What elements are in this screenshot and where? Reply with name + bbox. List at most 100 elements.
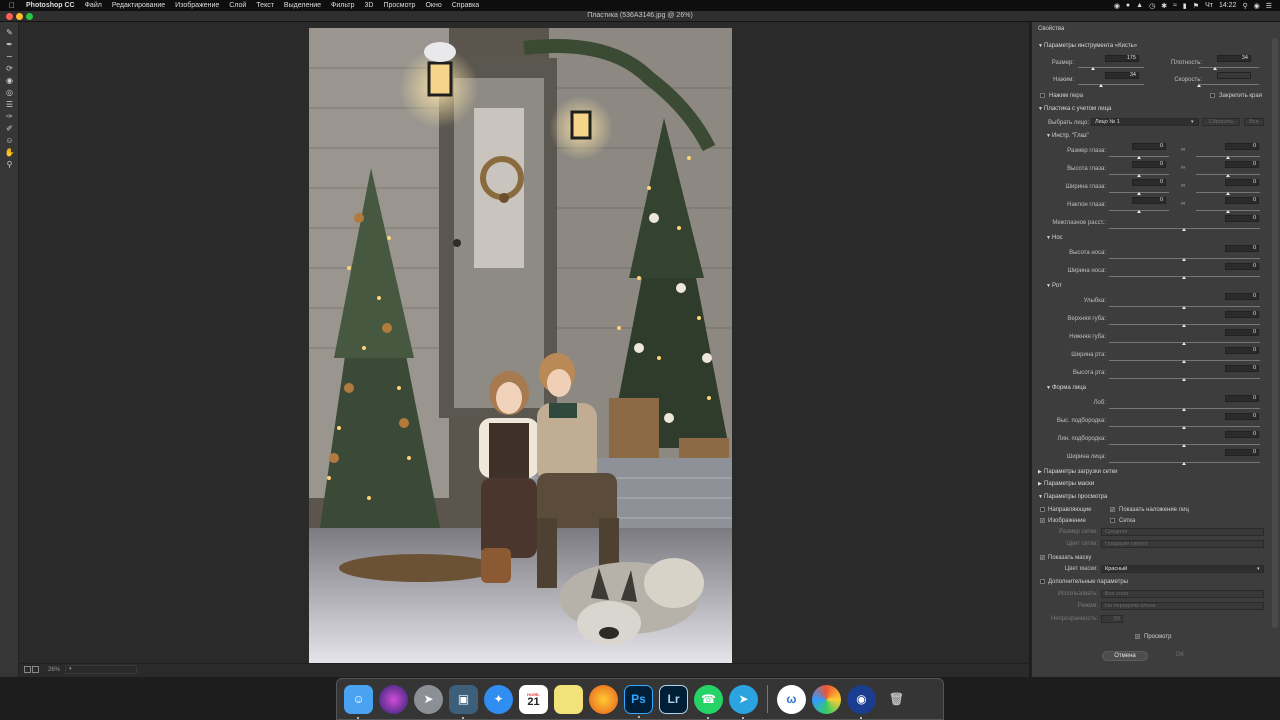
menu-help[interactable]: Справка — [447, 2, 484, 9]
panel-scrollbar[interactable] — [1272, 38, 1278, 628]
chin-height-input[interactable]: 0 — [1225, 413, 1259, 420]
pen-pressure-checkbox[interactable] — [1040, 93, 1045, 98]
eye-width-right-input[interactable]: 0 — [1225, 179, 1259, 186]
menu-window[interactable]: Окно — [420, 2, 446, 9]
hand-tool-icon[interactable]: ✋ — [0, 146, 19, 158]
apple-icon[interactable]:  — [0, 1, 21, 10]
notes-icon[interactable] — [554, 684, 583, 714]
eye-size-left-input[interactable]: 0 — [1132, 143, 1166, 150]
eye-distance-input[interactable]: 0 — [1225, 215, 1259, 222]
brush-rate-knob[interactable] — [1197, 84, 1201, 87]
zoom-tool-icon[interactable]: ⚲ — [0, 158, 19, 170]
cancel-button[interactable]: Отмена — [1102, 651, 1148, 661]
color-app-icon[interactable] — [812, 684, 841, 714]
vpn-icon[interactable]: ▲ — [1136, 2, 1143, 9]
freeze-mask-tool-icon[interactable]: ✑ — [0, 110, 19, 122]
bloat-tool-icon[interactable]: ◎ — [0, 86, 19, 98]
firefox-icon[interactable] — [589, 684, 618, 714]
eye-tilt-right-input[interactable]: 0 — [1225, 197, 1259, 204]
zoom-level[interactable]: 26% — [48, 667, 60, 673]
mouth-width-knob[interactable] — [1182, 360, 1186, 363]
eye-height-right-input[interactable]: 0 — [1225, 161, 1259, 168]
flag-icon[interactable]: ⚑ — [1193, 2, 1199, 10]
smile-input[interactable]: 0 — [1225, 293, 1259, 300]
menu-image[interactable]: Изображение — [170, 2, 224, 9]
nose-width-knob[interactable] — [1182, 276, 1186, 279]
eye-height-left-knob[interactable] — [1137, 174, 1141, 177]
lower-lip-knob[interactable] — [1182, 342, 1186, 345]
mesh-load-options-header[interactable]: ▶ Параметры загрузки сетки — [1038, 469, 1117, 475]
eye-width-right-knob[interactable] — [1226, 192, 1230, 195]
upper-lip-knob[interactable] — [1182, 324, 1186, 327]
eye-distance-knob[interactable] — [1182, 228, 1186, 231]
menu-layer[interactable]: Слой — [224, 2, 251, 9]
face-width-input[interactable]: 0 — [1225, 449, 1259, 456]
trash-icon[interactable]: 🗑 — [882, 685, 911, 714]
menu-view[interactable]: Просмотр — [378, 2, 420, 9]
battery-icon[interactable]: ▮ — [1183, 2, 1187, 10]
link-icon[interactable]: ∞ — [1181, 147, 1185, 154]
link-icon[interactable]: ∞ — [1181, 201, 1185, 208]
chin-height-knob[interactable] — [1182, 426, 1186, 429]
clock-time[interactable]: 14:22 — [1219, 2, 1237, 9]
face-tool-icon[interactable]: ☺ — [0, 134, 19, 146]
web-app-icon[interactable]: ω — [777, 684, 806, 714]
eye-height-left-input[interactable]: 0 — [1132, 161, 1166, 168]
eye-height-right-knob[interactable] — [1226, 174, 1230, 177]
brush-size-input[interactable]: 175 — [1105, 55, 1139, 62]
screen-recorder-icon[interactable]: ◉ — [847, 684, 876, 719]
face-shape-header[interactable]: ▼Форма лица — [1046, 385, 1086, 391]
mesh-color-dropdown[interactable]: Градации серого — [1101, 540, 1264, 548]
wifi-icon[interactable]: ≈ — [1173, 2, 1177, 9]
mesh-size-dropdown[interactable]: Средняя — [1101, 528, 1264, 536]
extra-options-checkbox[interactable] — [1040, 579, 1045, 584]
record-icon[interactable]: ◉ — [1114, 2, 1120, 10]
lower-lip-input[interactable]: 0 — [1225, 329, 1259, 336]
all-button[interactable]: Все — [1244, 118, 1264, 126]
reset-button[interactable]: Сбросить — [1202, 118, 1240, 126]
calendar-icon[interactable]: НОЯБ. 21 — [519, 684, 548, 714]
upper-lip-input[interactable]: 0 — [1225, 311, 1259, 318]
smile-knob[interactable] — [1182, 306, 1186, 309]
mouth-header[interactable]: ▼Рот — [1046, 283, 1062, 289]
telegram-icon[interactable]: ➤ — [729, 684, 758, 719]
jawline-input[interactable]: 0 — [1225, 431, 1259, 438]
photoshop-icon[interactable]: Ps — [624, 684, 653, 718]
time-machine-icon[interactable]: ◷ — [1149, 2, 1155, 10]
select-face-dropdown[interactable]: Лицо № 1 — [1091, 118, 1199, 126]
pin-edges-checkbox[interactable] — [1210, 93, 1215, 98]
brush-options-header[interactable]: ▼Параметры инструмента «Кисть» — [1038, 43, 1137, 49]
use-dropdown[interactable]: Все слои — [1101, 590, 1264, 598]
brush-density-slider[interactable] — [1199, 67, 1259, 68]
menu-file[interactable]: Файл — [80, 2, 107, 9]
eyes-header[interactable]: ▼Инстр. "Глаз" — [1046, 133, 1089, 139]
twirl-tool-icon[interactable]: ⟳ — [0, 62, 19, 74]
eye-size-left-knob[interactable] — [1137, 156, 1141, 159]
brush-size-knob[interactable] — [1091, 67, 1095, 70]
opacity-input[interactable]: 50 — [1101, 615, 1123, 623]
guides-checkbox[interactable] — [1040, 507, 1045, 512]
eye-tilt-right-knob[interactable] — [1226, 210, 1230, 213]
ok-button[interactable]: OK — [1160, 651, 1200, 661]
brush-size-slider[interactable] — [1078, 67, 1144, 68]
smooth-tool-icon[interactable]: ∼ — [0, 50, 19, 62]
menu-type[interactable]: Текст — [251, 2, 279, 9]
thaw-mask-tool-icon[interactable]: ✐ — [0, 122, 19, 134]
reconstruct-tool-icon[interactable]: ✒ — [0, 38, 19, 50]
mouth-height-input[interactable]: 0 — [1225, 365, 1259, 372]
zoom-in-icon[interactable] — [32, 666, 39, 673]
eye-size-right-input[interactable]: 0 — [1225, 143, 1259, 150]
brush-rate-slider[interactable] — [1199, 84, 1259, 85]
brush-density-input[interactable]: 34 — [1217, 55, 1251, 62]
app-menu[interactable]: Photoshop CC — [21, 2, 80, 9]
face-width-knob[interactable] — [1182, 462, 1186, 465]
brush-pressure-slider[interactable] — [1078, 84, 1144, 85]
zoom-out-icon[interactable] — [24, 666, 31, 673]
menu-select[interactable]: Выделение — [279, 2, 326, 9]
creative-cloud-icon[interactable]: ● — [1126, 2, 1130, 9]
mouth-height-knob[interactable] — [1182, 378, 1186, 381]
brush-pressure-knob[interactable] — [1099, 84, 1103, 87]
nose-height-input[interactable]: 0 — [1225, 245, 1259, 252]
mode-dropdown[interactable]: На переднем плане — [1101, 602, 1264, 610]
activity-monitor-icon[interactable]: ▣ — [449, 684, 478, 719]
